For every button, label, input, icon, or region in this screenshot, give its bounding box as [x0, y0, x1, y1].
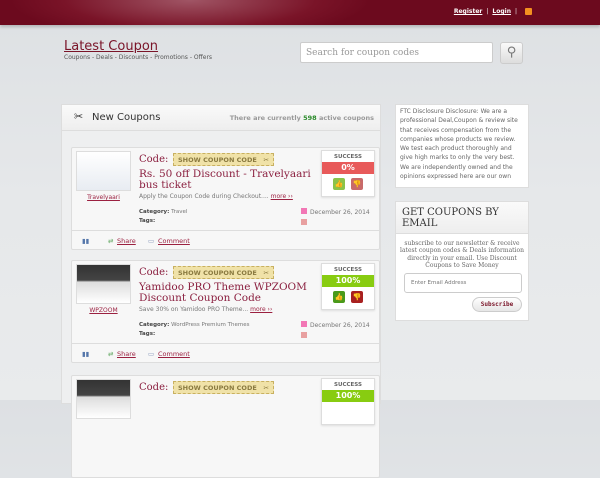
- comment-link[interactable]: Comment: [158, 237, 190, 245]
- success-rate: 0%: [322, 162, 374, 174]
- store-link[interactable]: WPZOOM: [76, 307, 131, 314]
- coupon-description: Save 30% on Yamidoo PRO Theme... more ››: [139, 306, 273, 313]
- widget-title: GET COUPONS BY EMAIL: [396, 202, 528, 234]
- separator: |: [514, 8, 517, 15]
- coupon-date: December 26, 2014: [301, 321, 370, 329]
- scissors-icon: ✂: [263, 384, 269, 392]
- thumbs-up-icon[interactable]: 👍: [333, 291, 345, 303]
- code-label: Code:: [139, 267, 169, 278]
- stats-icon[interactable]: ▮▮: [82, 237, 89, 245]
- success-label: SUCCESS: [334, 382, 362, 388]
- expiry-calendar-icon: [301, 332, 307, 338]
- tags: Tags:: [139, 218, 156, 224]
- scissors-icon: ✂: [74, 110, 84, 123]
- coupon-title[interactable]: Yamidoo PRO Theme WPZOOM Discount Coupon…: [139, 282, 314, 304]
- show-coupon-code-button[interactable]: SHOW COUPON CODE ✂: [173, 153, 274, 166]
- scissors-icon: ✂: [263, 269, 269, 277]
- coupon-title[interactable]: Rs. 50 off Discount - Travelyaari bus ti…: [139, 169, 314, 191]
- success-box: SUCCESS 100% 👍 👎: [321, 263, 375, 310]
- share-link[interactable]: Share: [117, 350, 136, 358]
- email-input[interactable]: Enter Email Address: [404, 273, 522, 293]
- store-thumbnail[interactable]: [76, 379, 131, 419]
- coupon-footer: ▮▮ ⇄ Share ▭ Comment: [72, 230, 379, 250]
- success-label: SUCCESS: [334, 154, 362, 160]
- active-count: There are currently 598 active coupons: [229, 114, 374, 122]
- coupon-item: Travelyaari Code: SHOW COUPON CODE ✂ Rs.…: [71, 147, 380, 250]
- success-rate: 100%: [322, 390, 374, 402]
- show-coupon-code-button[interactable]: SHOW COUPON CODE ✂: [173, 266, 274, 279]
- store-thumbnail[interactable]: [76, 151, 131, 191]
- show-coupon-code-button[interactable]: SHOW COUPON CODE ✂: [173, 381, 274, 394]
- success-box: SUCCESS 100%: [321, 378, 375, 425]
- success-rate: 100%: [322, 275, 374, 287]
- thumbs-down-icon[interactable]: 👎: [351, 291, 363, 303]
- thumbs-down-icon[interactable]: 👎: [351, 178, 363, 190]
- new-coupons-panel: ✂ New Coupons There are currently 598 ac…: [61, 104, 381, 478]
- search-icon: ⚲: [506, 45, 517, 60]
- code-label: Code:: [139, 154, 169, 165]
- coupon-item: WPZOOM Code: SHOW COUPON CODE ✂ Yamidoo …: [71, 260, 380, 363]
- email-subscribe-widget: GET COUPONS BY EMAIL subscribe to our ne…: [395, 201, 529, 321]
- store-link[interactable]: Travelyaari: [76, 194, 131, 201]
- panel-header: ✂ New Coupons There are currently 598 ac…: [62, 105, 380, 131]
- site-tagline: Coupons - Deals - Discounts - Promotions…: [64, 54, 213, 61]
- site-title[interactable]: Latest Coupon: [64, 39, 158, 54]
- more-link[interactable]: more ››: [250, 306, 272, 313]
- tags: Tags:: [139, 331, 156, 337]
- search-button[interactable]: ⚲: [500, 42, 523, 64]
- success-label: SUCCESS: [334, 267, 362, 273]
- coupon-description: Apply the Coupon Code during Checkout...…: [139, 193, 293, 200]
- share-link[interactable]: Share: [117, 237, 136, 245]
- widget-text: subscribe to our newsletter & receive la…: [400, 240, 524, 269]
- stats-icon[interactable]: ▮▮: [82, 350, 89, 358]
- search-input[interactable]: Search for coupon codes: [300, 42, 493, 63]
- success-box: SUCCESS 0% 👍 👎: [321, 150, 375, 197]
- panel-title: New Coupons: [92, 112, 161, 123]
- register-link[interactable]: Register: [454, 8, 483, 15]
- top-links: Register | Login |: [454, 8, 532, 15]
- coupon-date: December 26, 2014: [301, 208, 370, 216]
- comment-icon: ▭: [148, 350, 155, 358]
- login-link[interactable]: Login: [492, 8, 511, 15]
- expiry-calendar-icon: [301, 219, 307, 225]
- comment-link[interactable]: Comment: [158, 350, 190, 358]
- coupon-item: Code: SHOW COUPON CODE ✂ SUCCESS 100%: [71, 375, 380, 478]
- category: Category: WordPress Premium Themes: [139, 322, 250, 328]
- code-label: Code:: [139, 382, 169, 393]
- calendar-icon: [301, 321, 307, 327]
- share-icon: ⇄: [108, 237, 114, 245]
- category: Category: Travel: [139, 209, 188, 215]
- calendar-icon: [301, 208, 307, 214]
- thumbs-up-icon[interactable]: 👍: [333, 178, 345, 190]
- more-link[interactable]: more ››: [271, 193, 293, 200]
- top-bar: Register | Login |: [0, 0, 600, 25]
- comment-icon: ▭: [148, 237, 155, 245]
- rss-icon[interactable]: [525, 8, 532, 15]
- subscribe-button[interactable]: Subscribe: [472, 297, 522, 312]
- share-icon: ⇄: [108, 350, 114, 358]
- coupon-footer: ▮▮ ⇄ Share ▭ Comment: [72, 343, 379, 363]
- separator: |: [486, 8, 489, 15]
- store-thumbnail[interactable]: [76, 264, 131, 304]
- ftc-disclosure: FTC Disclosure Disclosure: We are a prof…: [395, 104, 529, 188]
- scissors-icon: ✂: [263, 156, 269, 164]
